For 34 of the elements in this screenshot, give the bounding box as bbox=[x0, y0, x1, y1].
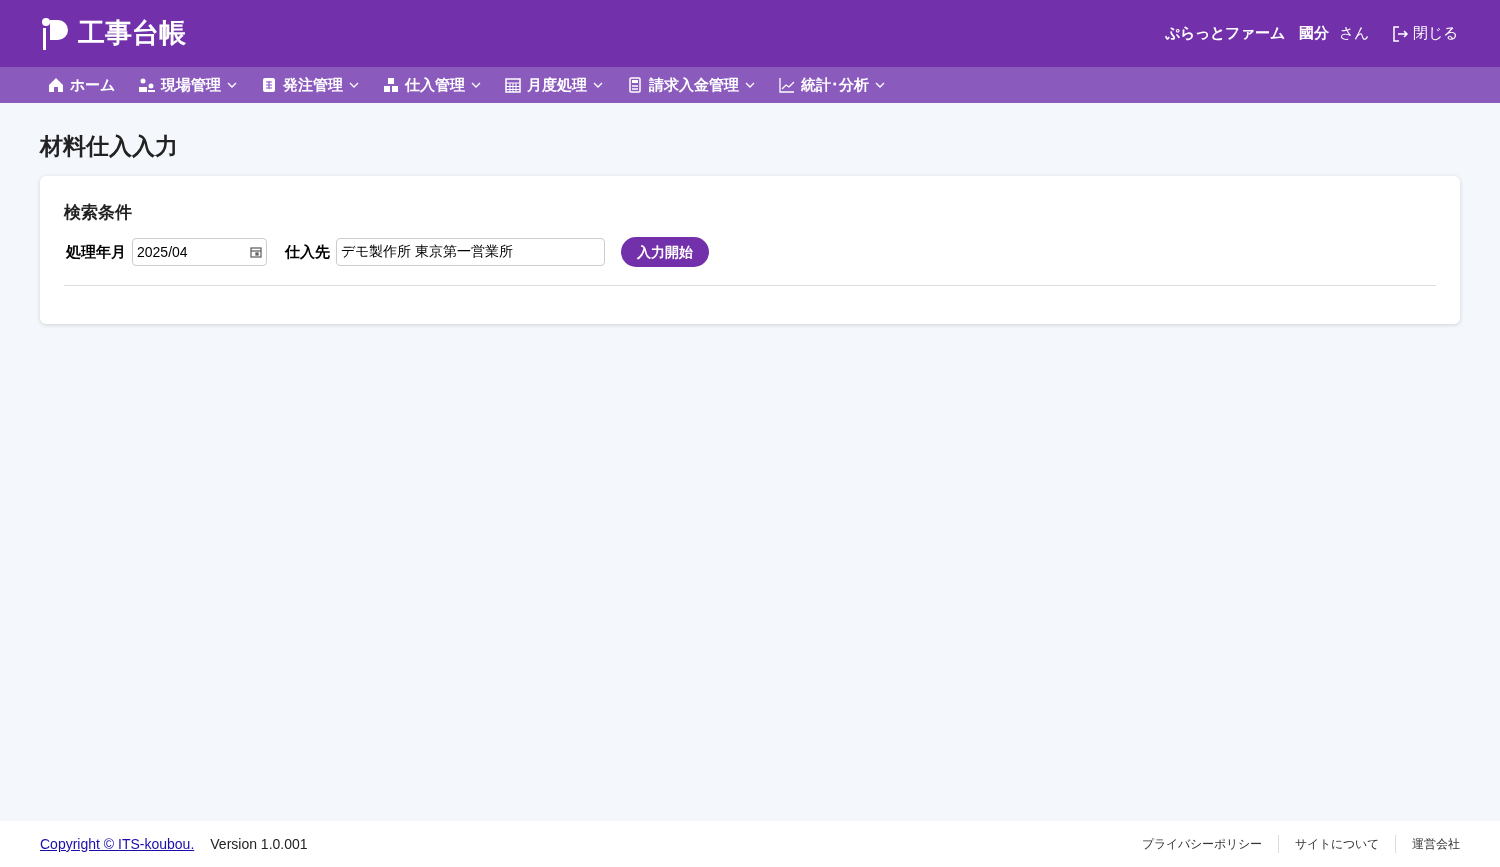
app-title: 工事台帳 bbox=[78, 17, 186, 51]
user-name: 國分 bbox=[1299, 23, 1329, 44]
footer-link[interactable]: プライバシーポリシー bbox=[1126, 835, 1278, 853]
field-label: 処理年月 bbox=[66, 241, 126, 262]
people-icon bbox=[139, 77, 155, 93]
footer-link[interactable]: サイトについて bbox=[1278, 835, 1395, 853]
calculator-icon bbox=[627, 77, 643, 93]
nav-menu-item[interactable]: 現場管理 bbox=[139, 73, 237, 97]
home-icon bbox=[48, 77, 64, 93]
table-icon bbox=[261, 77, 277, 93]
section-title: 検索条件 bbox=[64, 201, 133, 224]
line-chart-icon bbox=[779, 77, 795, 93]
supplier-field[interactable]: デモ製作所 東京第一営業所 bbox=[336, 238, 605, 266]
month-field[interactable]: 2025/04 bbox=[132, 238, 267, 266]
page-title: 材料仕入入力 bbox=[40, 132, 179, 161]
calendar-icon bbox=[505, 77, 521, 93]
footer-link[interactable]: 運営会社 bbox=[1395, 835, 1460, 853]
close-button[interactable]: 閉じる bbox=[1391, 22, 1458, 45]
version-text: Version 1.0.001 bbox=[210, 834, 308, 854]
nav-menu-item[interactable]: ホーム bbox=[48, 73, 115, 97]
company-name: ぷらっとファーム bbox=[1165, 23, 1285, 44]
logout-icon bbox=[1391, 24, 1409, 43]
boxes-icon bbox=[383, 77, 399, 93]
user-suffix: さん bbox=[1339, 23, 1369, 44]
nav-menu-item[interactable]: 月度処理 bbox=[505, 73, 603, 97]
nav-menu-item[interactable]: 統計･分析 bbox=[779, 73, 885, 97]
nav-menu-item[interactable]: 請求入金管理 bbox=[627, 73, 755, 97]
copyright-link[interactable]: Copyright © ITS-koubou. bbox=[40, 833, 195, 855]
field-label: 仕入先 bbox=[285, 241, 330, 262]
nav-menu-item[interactable]: 発注管理 bbox=[261, 73, 359, 97]
nav-menu-item[interactable]: 仕入管理 bbox=[383, 73, 481, 97]
start-input-button[interactable]: 入力開始 bbox=[621, 237, 709, 267]
calendar-icon bbox=[250, 246, 262, 258]
logo-icon bbox=[42, 17, 70, 50]
